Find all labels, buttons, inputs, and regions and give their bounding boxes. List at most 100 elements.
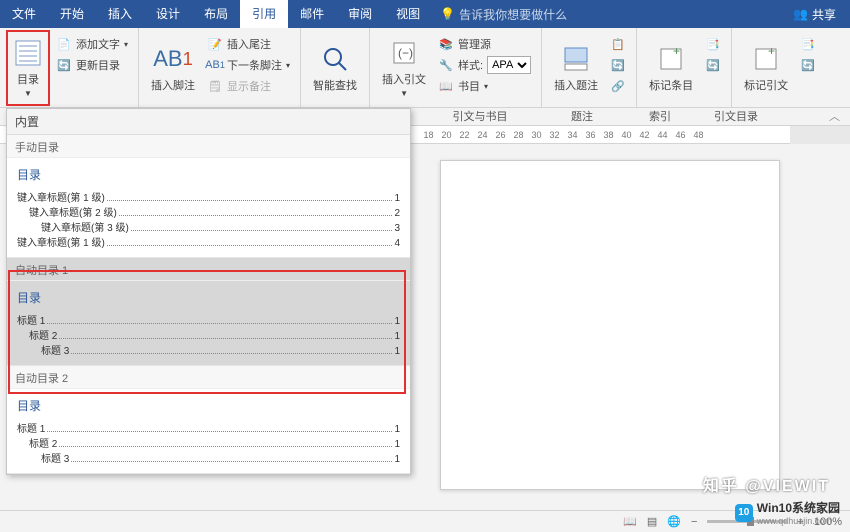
- share-icon: 👥: [793, 7, 808, 21]
- ribbon: 目录 ▼ 📄 添加文字 ▾ 🔄 更新目录 AB1 插入脚注: [0, 28, 850, 108]
- tab-review[interactable]: 审阅: [336, 0, 384, 28]
- mark-entry-button[interactable]: + 标记条目: [643, 32, 699, 103]
- toc-page: 2: [394, 208, 400, 219]
- watermark-url: www.qdhuajin.com: [757, 516, 840, 526]
- read-mode-icon[interactable]: 📖: [623, 515, 637, 528]
- ruler-tick: 26: [492, 130, 509, 140]
- citation-style-select[interactable]: APA: [487, 56, 531, 74]
- insert-citation-button[interactable]: (−) 插入引文 ▼: [376, 32, 432, 103]
- toc-page: 1: [394, 331, 400, 342]
- web-layout-icon[interactable]: 🌐: [667, 515, 681, 528]
- toc-page: 1: [394, 346, 400, 357]
- index-opt1[interactable]: 📑: [701, 34, 725, 54]
- endnote-label: 插入尾注: [227, 36, 271, 52]
- watermark-logo-icon: 10: [735, 504, 753, 522]
- add-text-button[interactable]: 📄 添加文字 ▾: [52, 34, 132, 54]
- group-toc: 目录 ▼ 📄 添加文字 ▾ 🔄 更新目录: [0, 28, 139, 107]
- tab-design[interactable]: 设计: [144, 0, 192, 28]
- section-auto1: 自动目录 1: [7, 258, 410, 281]
- group-captions: 插入题注 📋 🔄 🔗: [542, 28, 637, 107]
- caption-opt2[interactable]: 🔄: [606, 55, 630, 75]
- group-label-citations: 引文与书目: [420, 108, 540, 125]
- mark-citation-icon: +: [750, 43, 782, 75]
- tell-me-label: 告诉我你想要做什么: [459, 6, 567, 23]
- status-bar: 📖 ▤ 🌐 − + 100%: [0, 510, 850, 532]
- ruler-tick: 28: [510, 130, 527, 140]
- share-button[interactable]: 👥 共享: [779, 6, 850, 23]
- list-icon: 📋: [610, 36, 626, 52]
- tab-references[interactable]: 引用: [240, 0, 288, 28]
- toc-page: 1: [394, 193, 400, 204]
- ruler-tick: 34: [564, 130, 581, 140]
- tell-me-search[interactable]: 💡 告诉我你想要做什么: [440, 6, 567, 23]
- refresh-icon: 🔄: [56, 57, 72, 73]
- group-label-index: 索引: [624, 108, 696, 125]
- tab-layout[interactable]: 布局: [192, 0, 240, 28]
- toa-opt2[interactable]: 🔄: [796, 55, 820, 75]
- toa-opt1[interactable]: 📑: [796, 34, 820, 54]
- mark-citation-button[interactable]: + 标记引文: [738, 32, 794, 103]
- insert-citation-label: 插入引文: [382, 71, 426, 87]
- caption-opt3[interactable]: 🔗: [606, 76, 630, 96]
- toc-page: 3: [394, 223, 400, 234]
- bibliography-button[interactable]: 📖 书目 ▾: [434, 76, 535, 96]
- panel-header-builtin: 内置: [7, 109, 410, 135]
- zoom-out-icon[interactable]: −: [691, 516, 697, 528]
- tab-insert[interactable]: 插入: [96, 0, 144, 28]
- insert-footnote-label: 插入脚注: [151, 77, 195, 93]
- smart-lookup-button[interactable]: 智能查找: [307, 32, 363, 103]
- toc-title: 目录: [17, 166, 400, 183]
- collapse-ribbon-icon[interactable]: ︿: [819, 108, 850, 125]
- endnote-icon: 📝: [207, 36, 223, 52]
- update-toc-button[interactable]: 🔄 更新目录: [52, 55, 132, 75]
- toc-text: 键入章标题(第 2 级): [29, 204, 117, 219]
- index-opt2[interactable]: 🔄: [701, 55, 725, 75]
- toc-text: 键入章标题(第 3 级): [41, 219, 129, 234]
- mark-entry-label: 标记条目: [649, 77, 693, 93]
- tab-mailings[interactable]: 邮件: [288, 0, 336, 28]
- style-label: 样式:: [458, 57, 483, 73]
- toc-text: 键入章标题(第 1 级): [17, 189, 105, 204]
- watermark-site: 10 Win10系统家园 www.qdhuajin.com: [735, 499, 840, 526]
- next-footnote-button[interactable]: AB1 下一条脚注 ▾: [203, 55, 294, 75]
- caption-icon: [560, 43, 592, 75]
- toc-title: 目录: [17, 289, 400, 306]
- toc-text: 键入章标题(第 1 级): [17, 234, 105, 249]
- group-toa: + 标记引文 📑 🔄: [732, 28, 826, 107]
- citation-icon: (−): [388, 37, 420, 69]
- tab-home[interactable]: 开始: [48, 0, 96, 28]
- insert-caption-button[interactable]: 插入题注: [548, 32, 604, 103]
- caption-opt1[interactable]: 📋: [606, 34, 630, 54]
- manage-sources-label: 管理源: [458, 36, 491, 52]
- share-label: 共享: [812, 6, 836, 23]
- watermark-zhihu: 知乎 @VIEWIT: [703, 472, 830, 496]
- group-label-toa: 引文目录: [696, 108, 776, 125]
- ruler-tick: 42: [636, 130, 653, 140]
- print-layout-icon[interactable]: ▤: [647, 515, 657, 528]
- ruler-margin: [790, 126, 850, 144]
- footnote-icon: AB1: [157, 43, 189, 75]
- insert-caption-label: 插入题注: [554, 77, 598, 93]
- tab-view[interactable]: 视图: [384, 0, 432, 28]
- toc-preview-auto1[interactable]: 目录 标题 11 标题 21 标题 31: [7, 281, 410, 366]
- document-page[interactable]: [440, 160, 780, 490]
- tab-file[interactable]: 文件: [0, 0, 48, 28]
- manage-sources-button[interactable]: 📚 管理源: [434, 34, 535, 54]
- ruler-tick: 32: [546, 130, 563, 140]
- toc-text: 标题 1: [17, 420, 45, 435]
- update-toc-label: 更新目录: [76, 57, 120, 73]
- watermark-site-name: Win10系统家园: [757, 499, 840, 516]
- toc-label: 目录: [17, 71, 39, 87]
- tab-strip: 文件 开始 插入 设计 布局 引用 邮件 审阅 视图 💡 告诉我你想要做什么 👥…: [0, 0, 850, 28]
- toc-preview-auto2[interactable]: 目录 标题 11 标题 21 标题 31: [7, 389, 410, 474]
- toc-button[interactable]: 目录 ▼: [6, 32, 50, 103]
- insert-endnote-button[interactable]: 📝 插入尾注: [203, 34, 294, 54]
- toc-page: 1: [394, 424, 400, 435]
- toc-preview-manual[interactable]: 目录 键入章标题(第 1 级) 1 键入章标题(第 2 级) 2 键入章标题(第 3…: [7, 158, 410, 258]
- bibliography-label: 书目: [458, 78, 480, 94]
- next-footnote-label: 下一条脚注: [227, 57, 282, 73]
- ruler-tick: 24: [474, 130, 491, 140]
- update-toa-icon: 🔄: [800, 57, 816, 73]
- dropdown-icon: ▾: [484, 82, 488, 91]
- insert-footnote-button[interactable]: AB1 插入脚注: [145, 32, 201, 103]
